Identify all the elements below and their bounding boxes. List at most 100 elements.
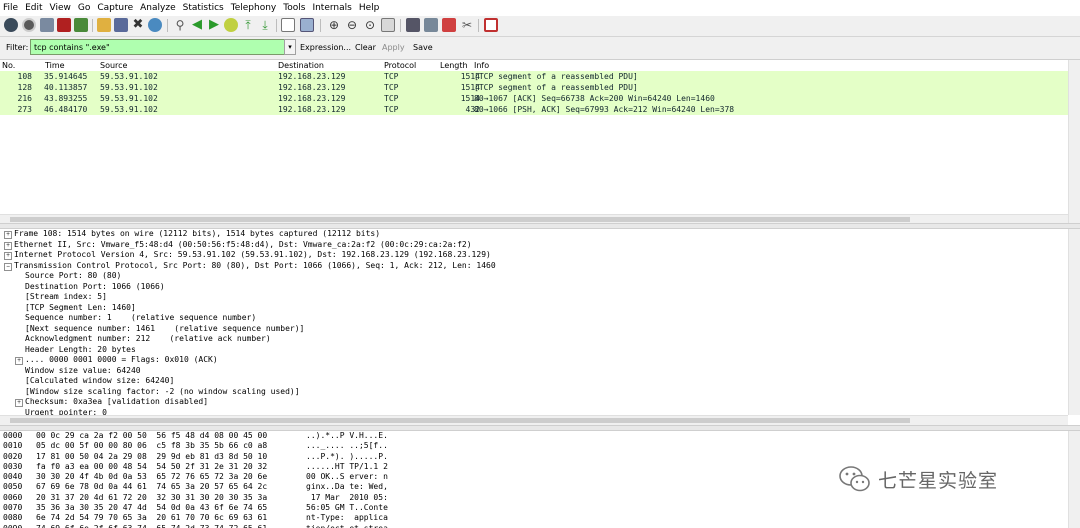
capture-options-icon[interactable] — [22, 18, 36, 32]
detail-tree-item[interactable]: [TCP Segment Len: 1460] — [0, 303, 1068, 314]
bytes-vertical-scrollbar[interactable] — [1068, 431, 1080, 528]
packet-cell-protocol: TCP — [384, 94, 399, 103]
detail-tree-text: Header Length: 20 bytes — [25, 344, 136, 354]
column-header-no[interactable]: No. — [2, 61, 15, 70]
column-header-protocol[interactable]: Protocol — [384, 61, 416, 70]
detail-tree-item[interactable]: Window size value: 64240 — [0, 366, 1068, 377]
packet-row[interactable]: 273 46.484170 59.53.91.102 192.168.23.129 TC… — [0, 104, 1068, 115]
go-last-icon[interactable]: ⤓ — [258, 18, 272, 32]
hex-row[interactable]: 0080 6e 74 2d 54 79 70 65 3a 20 61 70 70 … — [0, 513, 1068, 523]
detail-tree-item[interactable]: [Calculated window size: 64240] — [0, 376, 1068, 387]
menu-internals[interactable]: Internals — [309, 0, 355, 16]
detail-tree-item[interactable]: [Stream index: 5] — [0, 292, 1068, 303]
detail-tree-item[interactable]: Acknowledgment number: 212 (relative ack… — [0, 334, 1068, 345]
detail-tree-item[interactable]: Sequence number: 1 (relative sequence nu… — [0, 313, 1068, 324]
detail-tree-item[interactable]: + Ethernet II, Src: Vmware_f5:48:d4 (00:5… — [0, 240, 1068, 251]
go-forward-icon[interactable]: ▶ — [207, 18, 221, 32]
detail-tree-item[interactable]: [Next sequence number: 1461 (relative se… — [0, 324, 1068, 335]
packet-cell-protocol: TCP — [384, 105, 399, 114]
packet-cell-destination: 192.168.23.129 — [278, 72, 346, 81]
column-header-destination[interactable]: Destination — [278, 61, 324, 70]
menu-capture[interactable]: Capture — [94, 0, 137, 16]
interface-list-icon[interactable] — [4, 18, 18, 32]
help-icon[interactable] — [484, 18, 498, 32]
column-header-source[interactable]: Source — [100, 61, 127, 70]
hex-offset: 0040 — [3, 472, 23, 482]
column-header-info[interactable]: Info — [474, 61, 489, 70]
packet-row[interactable]: 216 43.893255 59.53.91.102 192.168.23.129 TC… — [0, 93, 1068, 104]
restart-capture-icon[interactable] — [74, 18, 88, 32]
hex-row[interactable]: 0000 00 0c 29 ca 2a f2 00 50 56 f5 48 d4 … — [0, 431, 1068, 441]
column-header-length[interactable]: Length — [440, 61, 468, 70]
expand-icon[interactable]: + — [15, 399, 23, 407]
menu-go[interactable]: Go — [75, 0, 94, 16]
expand-icon[interactable]: + — [4, 241, 12, 250]
detail-tree-item[interactable]: Header Length: 20 bytes — [0, 345, 1068, 356]
auto-scroll-icon[interactable] — [300, 18, 314, 32]
detail-tree-text: Internet Protocol Version 4, Src: 59.53.… — [14, 250, 491, 259]
details-vertical-scrollbar[interactable] — [1068, 229, 1080, 415]
expand-icon[interactable]: + — [15, 357, 23, 365]
display-filters-icon[interactable] — [424, 18, 438, 32]
filter-dropdown-button[interactable]: ▾ — [284, 39, 296, 55]
detail-tree-item[interactable]: [Window size scaling factor: -2 (no wind… — [0, 387, 1068, 398]
open-file-icon[interactable] — [97, 18, 111, 32]
go-back-icon[interactable]: ◀ — [190, 18, 204, 32]
column-header-time[interactable]: Time — [45, 61, 65, 70]
reload-file-icon[interactable] — [148, 18, 162, 32]
capture-filters-icon[interactable] — [406, 18, 420, 32]
save-filter-button[interactable]: Save — [413, 43, 433, 52]
detail-tree-item[interactable]: +.... 0000 0001 0000 = Flags: 0x010 (ACK… — [0, 355, 1068, 366]
go-first-icon[interactable]: ⤒ — [241, 18, 255, 32]
menu-file[interactable]: File — [0, 0, 22, 16]
preferences-icon[interactable]: ✂ — [460, 18, 474, 32]
coloring-rules-icon[interactable] — [442, 18, 456, 32]
hex-row[interactable]: 0070 35 36 3a 30 35 20 47 4d 54 0d 0a 43 … — [0, 503, 1068, 513]
detail-tree-item[interactable]: + Checksum: 0xa3ea [validation disabled] — [0, 397, 1068, 408]
hex-offset: 0000 — [3, 431, 23, 440]
details-horizontal-scrollbar[interactable] — [0, 415, 1068, 425]
packet-row[interactable]: 128 40.113857 59.53.91.102 192.168.23.129 TC… — [0, 82, 1068, 93]
menu-tools[interactable]: Tools — [280, 0, 309, 16]
go-to-packet-icon[interactable] — [224, 18, 238, 32]
hex-row[interactable]: 0060 20 31 37 20 4d 61 72 20 32 30 31 30 … — [0, 493, 1068, 503]
detail-tree-item[interactable]: Source Port: 80 (80) — [0, 271, 1068, 282]
menu-view[interactable]: View — [47, 0, 75, 16]
close-file-icon[interactable]: ✖ — [131, 18, 145, 32]
menu-edit[interactable]: Edit — [22, 0, 46, 16]
watermark: 七芒星实验室 — [838, 464, 998, 494]
expand-icon[interactable]: + — [4, 231, 12, 239]
find-packet-icon[interactable]: ⚲ — [173, 18, 187, 32]
colorize-icon[interactable] — [281, 18, 295, 32]
start-capture-icon[interactable] — [40, 18, 54, 32]
packet-row[interactable]: 108 35.914645 59.53.91.102 192.168.23.129 TC… — [0, 71, 1068, 82]
detail-tree-item[interactable]: − Transmission Control Protocol, Src Port… — [0, 261, 1068, 272]
clear-button[interactable]: Clear — [355, 43, 376, 52]
detail-tree-item[interactable]: + Frame 108: 1514 bytes on wire (12112 bi… — [0, 229, 1068, 240]
hex-row[interactable]: 0010 05 dc 00 5f 00 00 80 06 c5 f8 3b 35 … — [0, 441, 1068, 451]
resize-columns-icon[interactable] — [381, 18, 395, 32]
collapse-icon[interactable]: − — [4, 262, 12, 271]
hex-row[interactable]: 0020 17 81 00 50 04 2a 29 08 29 9d eb 81 … — [0, 452, 1068, 462]
menu-help[interactable]: Help — [356, 0, 384, 16]
expression-button[interactable]: Expression... — [300, 43, 351, 52]
detail-tree-text: [Window size scaling factor: -2 (no wind… — [25, 386, 300, 396]
zoom-out-icon[interactable]: ⊖ — [345, 18, 359, 32]
hex-row[interactable]: 0090 74 69 6f 6e 2f 6f 63 74 65 74 2d 73 … — [0, 524, 1068, 528]
normal-size-icon[interactable]: ⊙ — [363, 18, 377, 32]
detail-tree-text: Acknowledgment number: 212 (relative ack… — [25, 334, 271, 343]
menu-telephony[interactable]: Telephony — [228, 0, 281, 16]
detail-tree-item[interactable]: Urgent pointer: 0 — [0, 408, 1068, 416]
detail-tree-item[interactable]: Destination Port: 1066 (1066) — [0, 282, 1068, 293]
save-file-icon[interactable] — [114, 18, 128, 32]
menu-statistics[interactable]: Statistics — [180, 0, 228, 16]
expand-icon[interactable]: + — [4, 252, 12, 260]
packet-cell-time: 46.484170 — [44, 105, 88, 114]
zoom-in-icon[interactable]: ⊕ — [327, 18, 341, 32]
menu-analyze[interactable]: Analyze — [137, 0, 179, 16]
display-filter-input[interactable] — [30, 39, 285, 55]
detail-tree-item[interactable]: + Internet Protocol Version 4, Src: 59.53… — [0, 250, 1068, 261]
apply-button[interactable]: Apply — [382, 43, 405, 52]
packet-list-vertical-scrollbar[interactable] — [1068, 60, 1080, 223]
stop-capture-icon[interactable] — [57, 18, 71, 32]
